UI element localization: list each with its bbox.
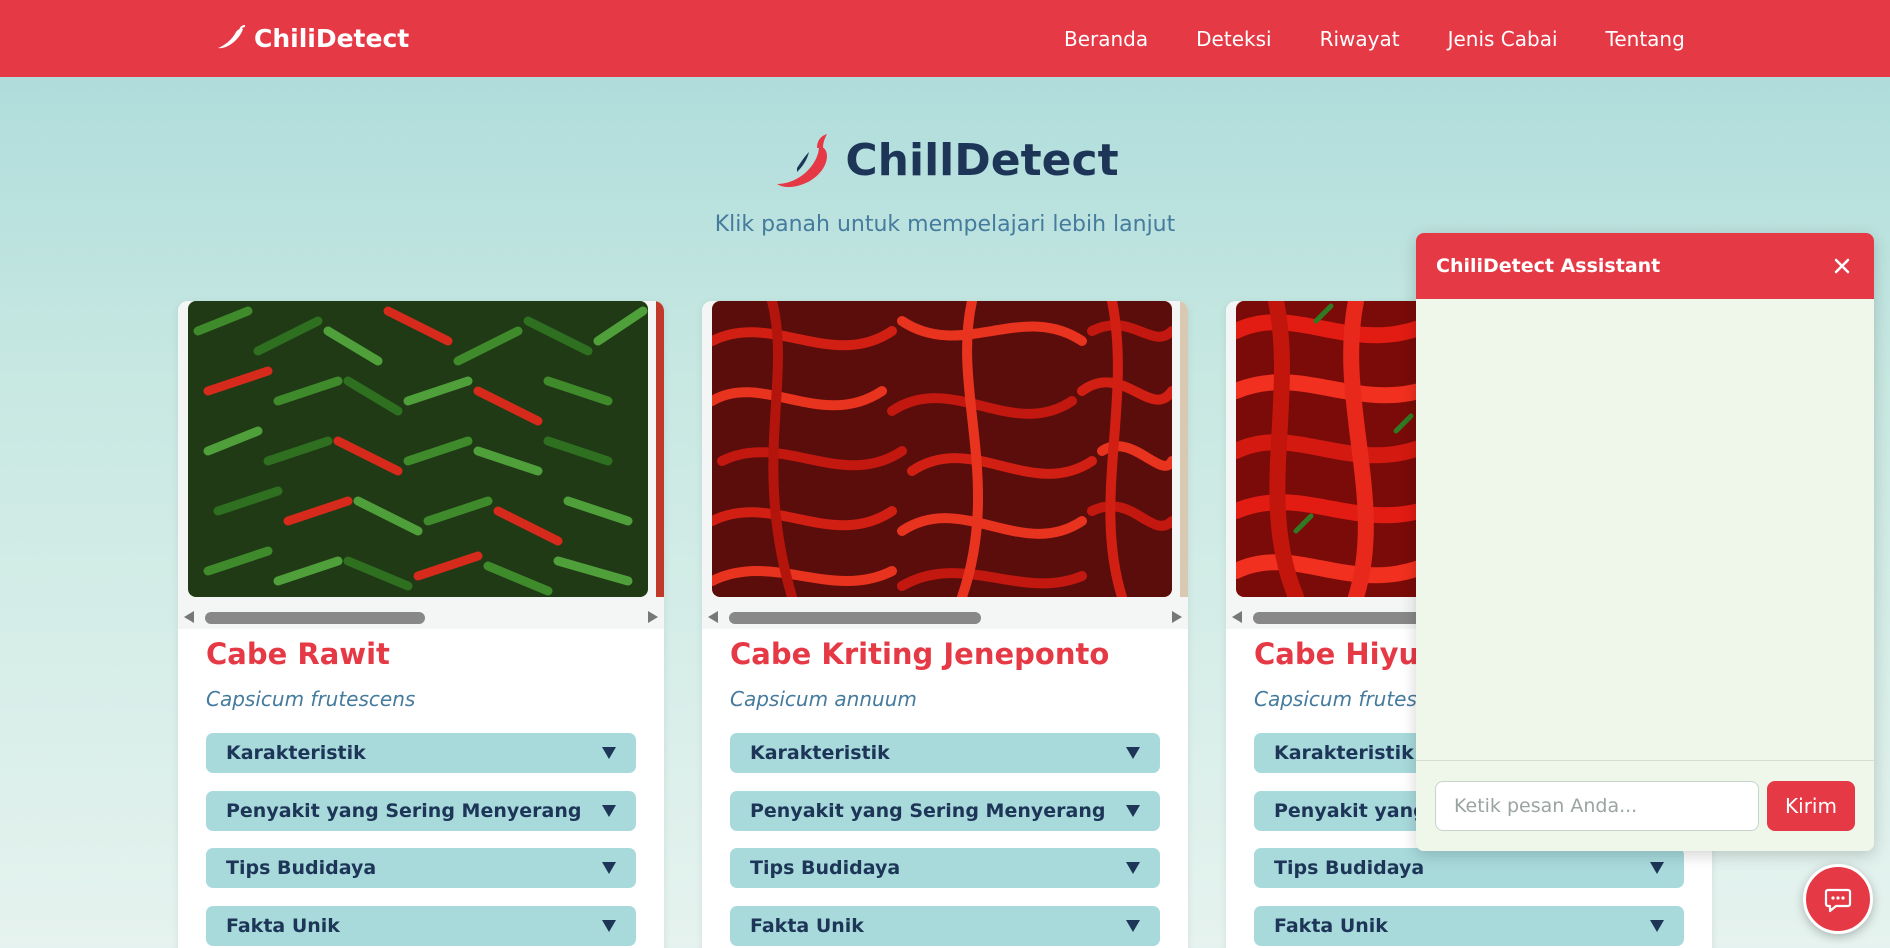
chevron-down-icon bbox=[1126, 805, 1140, 817]
chat-footer: Kirim bbox=[1416, 760, 1874, 851]
accordion-label: Karakteristik bbox=[226, 742, 366, 764]
accordion-fakta-unik[interactable]: Fakta Unik bbox=[1254, 906, 1684, 946]
accordion-label: Penyakit yang Sering Menyerang bbox=[226, 800, 582, 822]
accordion-fakta-unik[interactable]: Fakta Unik bbox=[730, 906, 1160, 946]
nav-link-jenis-cabai[interactable]: Jenis Cabai bbox=[1424, 27, 1582, 51]
accordion-label: Tips Budidaya bbox=[1274, 857, 1425, 879]
card-title: Cabe Kriting Jeneponto bbox=[730, 637, 1110, 671]
chat-panel: ChiliDetect Assistant Kirim bbox=[1416, 233, 1874, 851]
chili-pepper-icon bbox=[777, 134, 828, 188]
nav-links: Beranda Deteksi Riwayat Jenis Cabai Tent… bbox=[1040, 0, 1709, 77]
card-image-carousel bbox=[178, 301, 664, 629]
navbar: ChiliDetect Beranda Deteksi Riwayat Jeni… bbox=[0, 0, 1890, 77]
scroll-left-arrow-icon[interactable] bbox=[1232, 611, 1242, 623]
page-title-text: ChillDetect bbox=[845, 134, 1119, 186]
accordion-fakta-unik[interactable]: Fakta Unik bbox=[206, 906, 636, 946]
chevron-down-icon bbox=[602, 805, 616, 817]
chili-icon bbox=[218, 25, 246, 49]
scroll-left-arrow-icon[interactable] bbox=[184, 611, 194, 623]
chat-header: ChiliDetect Assistant bbox=[1416, 233, 1874, 299]
chat-title: ChiliDetect Assistant bbox=[1436, 255, 1661, 277]
carousel-next-image-peek bbox=[656, 301, 664, 597]
send-button[interactable]: Kirim bbox=[1767, 781, 1855, 831]
chevron-down-icon bbox=[1126, 862, 1140, 874]
chevron-down-icon bbox=[602, 920, 616, 932]
card-image bbox=[188, 301, 648, 597]
carousel-scrollbar[interactable] bbox=[702, 609, 1188, 625]
chevron-down-icon bbox=[1126, 747, 1140, 759]
accordion-penyakit[interactable]: Penyakit yang Sering Menyerang bbox=[206, 791, 636, 831]
chevron-down-icon bbox=[602, 747, 616, 759]
accordion-label: Penyakit yang Sering Menyerang bbox=[750, 800, 1106, 822]
scroll-left-arrow-icon[interactable] bbox=[708, 611, 718, 623]
accordion-tips-budidaya[interactable]: Tips Budidaya bbox=[730, 848, 1160, 888]
page-title: ChillDetect bbox=[0, 128, 1890, 192]
accordion-karakteristik[interactable]: Karakteristik bbox=[730, 733, 1160, 773]
card-image bbox=[712, 301, 1172, 597]
close-icon[interactable] bbox=[1828, 252, 1856, 280]
accordion-label: Tips Budidaya bbox=[750, 857, 901, 879]
nav-link-riwayat[interactable]: Riwayat bbox=[1296, 27, 1424, 51]
carousel-scrollbar[interactable] bbox=[178, 609, 664, 625]
nav-link-tentang[interactable]: Tentang bbox=[1582, 27, 1709, 51]
accordion-label: Karakteristik bbox=[750, 742, 890, 764]
scroll-right-arrow-icon[interactable] bbox=[648, 611, 658, 623]
chevron-down-icon bbox=[1650, 862, 1664, 874]
nav-link-beranda[interactable]: Beranda bbox=[1040, 27, 1172, 51]
scroll-thumb[interactable] bbox=[205, 612, 425, 624]
accordion-label: Fakta Unik bbox=[1274, 915, 1388, 937]
carousel-next-image-peek bbox=[1180, 301, 1188, 597]
chat-toggle-button[interactable] bbox=[1803, 864, 1873, 934]
accordion-label: Tips Budidaya bbox=[226, 857, 377, 879]
accordion-tips-budidaya[interactable]: Tips Budidaya bbox=[1254, 848, 1684, 888]
accordion-label: Fakta Unik bbox=[226, 915, 340, 937]
accordion-karakteristik[interactable]: Karakteristik bbox=[206, 733, 636, 773]
scroll-thumb[interactable] bbox=[729, 612, 981, 624]
card-scientific-name: Capsicum annuum bbox=[730, 687, 917, 711]
chevron-down-icon bbox=[1650, 920, 1664, 932]
nav-link-deteksi[interactable]: Deteksi bbox=[1172, 27, 1295, 51]
accordion-label: Fakta Unik bbox=[750, 915, 864, 937]
brand-name: ChiliDetect bbox=[254, 23, 410, 53]
scroll-right-arrow-icon[interactable] bbox=[1172, 611, 1182, 623]
chat-bubble-icon bbox=[1824, 888, 1852, 913]
accordion-tips-budidaya[interactable]: Tips Budidaya bbox=[206, 848, 636, 888]
chevron-down-icon bbox=[602, 862, 616, 874]
card-image-carousel bbox=[702, 301, 1188, 629]
accordion-label: Karakteristik bbox=[1274, 742, 1414, 764]
chat-message-input[interactable] bbox=[1435, 781, 1759, 831]
chat-messages bbox=[1416, 299, 1874, 759]
chili-card-kriting-jeneponto: Cabe Kriting Jeneponto Capsicum annuum K… bbox=[702, 301, 1188, 948]
accordion-penyakit[interactable]: Penyakit yang Sering Menyerang bbox=[730, 791, 1160, 831]
chili-card-rawit: Cabe Rawit Capsicum frutescens Karakteri… bbox=[178, 301, 664, 948]
chevron-down-icon bbox=[1126, 920, 1140, 932]
card-scientific-name: Capsicum frutescens bbox=[206, 687, 416, 711]
brand-logo[interactable]: ChiliDetect bbox=[214, 20, 409, 56]
card-title: Cabe Rawit bbox=[206, 637, 390, 671]
